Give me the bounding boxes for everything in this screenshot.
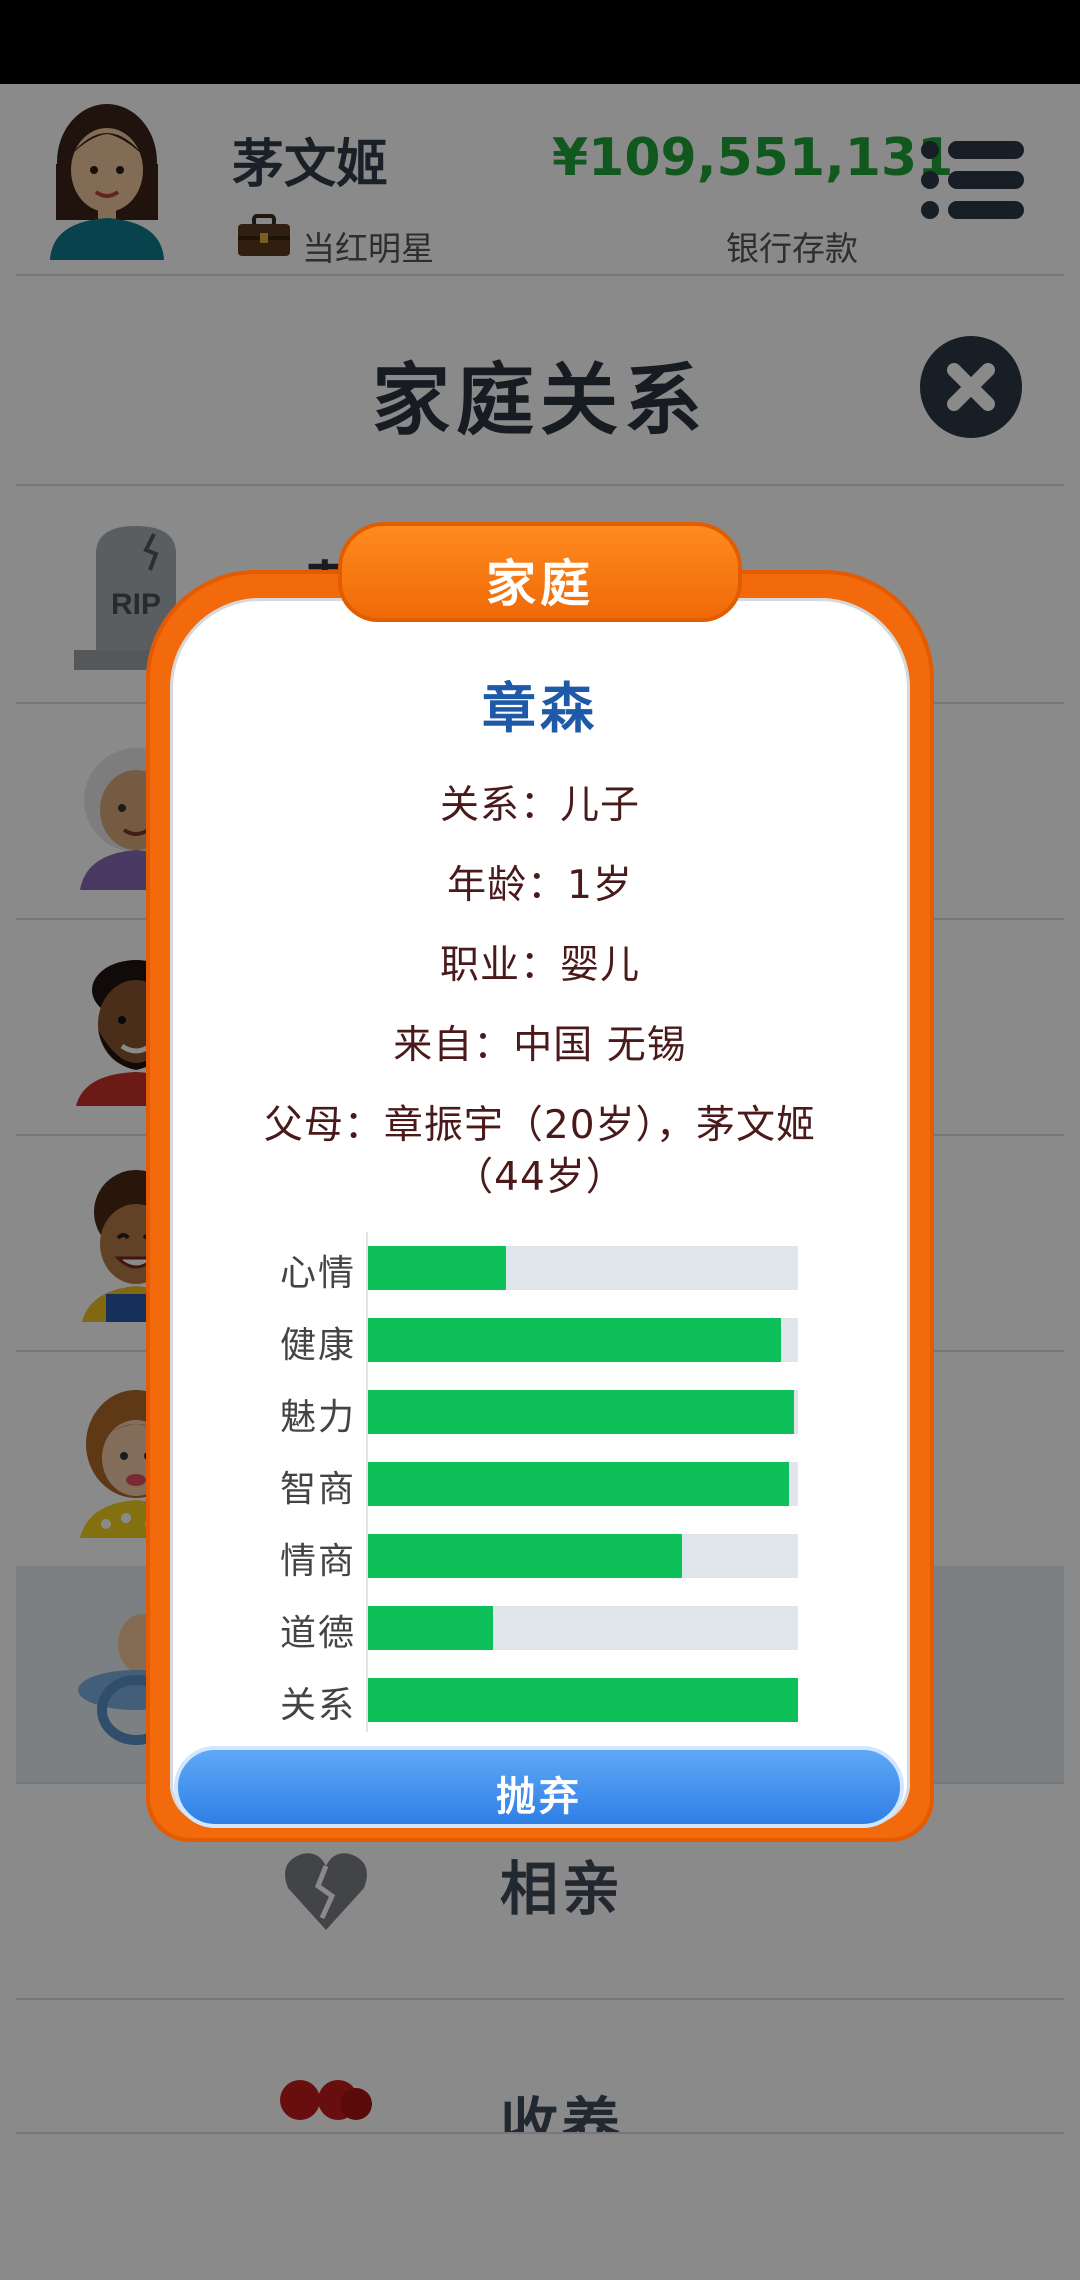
member-parents: 父母：章振宇（20岁），茅文姬 xyxy=(263,1103,817,1148)
abandon-button[interactable]: 抛弃 xyxy=(174,1746,904,1828)
stat-label-iq: 智商 xyxy=(279,1469,356,1510)
stat-fill-eq xyxy=(368,1534,682,1578)
stat-bar-mood xyxy=(368,1246,798,1290)
member-age: 年龄：1岁 xyxy=(447,863,633,908)
stat-fill-morality xyxy=(368,1606,493,1650)
stat-bar-relationship xyxy=(368,1678,798,1722)
stat-label-relationship: 关系 xyxy=(279,1685,356,1726)
stat-fill-iq xyxy=(368,1462,790,1506)
status-bar xyxy=(0,0,1080,84)
stat-label-eq: 情商 xyxy=(279,1541,356,1582)
abandon-label: 抛弃 xyxy=(496,1774,582,1820)
member-name: 章森 xyxy=(482,677,598,740)
modal-header-tab: 家庭 xyxy=(338,522,742,622)
stat-fill-mood xyxy=(368,1246,506,1290)
member-relation: 关系：儿子 xyxy=(439,783,640,828)
stat-bar-morality xyxy=(368,1606,798,1650)
member-parents-cont: （44岁） xyxy=(454,1155,626,1200)
stat-fill-relationship xyxy=(368,1678,798,1722)
stat-label-health: 健康 xyxy=(279,1325,356,1366)
stat-fill-charm xyxy=(368,1390,794,1434)
member-origin: 来自：中国 无锡 xyxy=(393,1023,687,1068)
stat-bar-health xyxy=(368,1318,798,1362)
member-occupation: 职业：婴儿 xyxy=(439,943,640,988)
stat-bar-eq xyxy=(368,1534,798,1578)
stat-bar-iq xyxy=(368,1462,798,1506)
stat-fill-health xyxy=(368,1318,781,1362)
stat-label-morality: 道德 xyxy=(279,1613,356,1654)
stat-bar-charm xyxy=(368,1390,798,1434)
stat-label-mood: 心情 xyxy=(279,1253,356,1294)
modal-title: 家庭 xyxy=(486,555,594,613)
stat-label-charm: 魅力 xyxy=(279,1397,356,1438)
